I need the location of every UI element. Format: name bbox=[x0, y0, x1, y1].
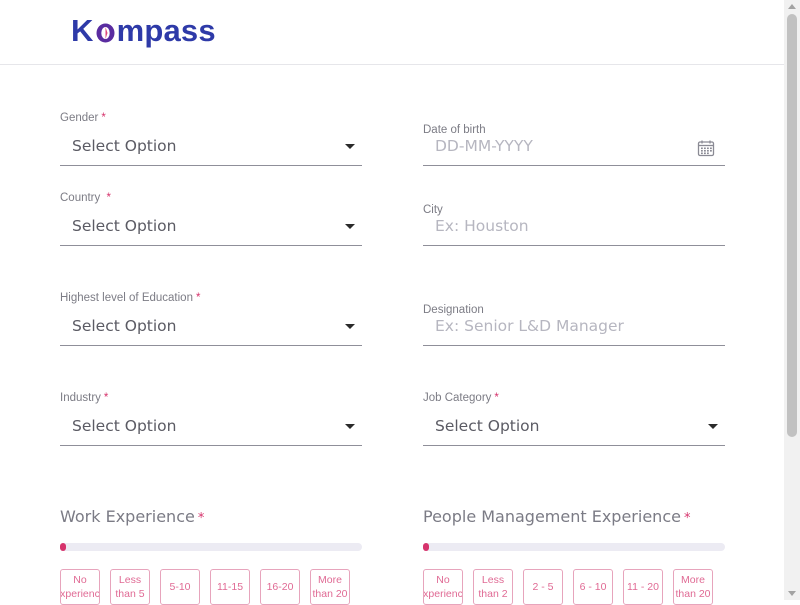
industry-select-value: Select Option bbox=[72, 417, 177, 435]
people-management-progress-fill bbox=[423, 543, 429, 551]
chevron-down-icon bbox=[345, 324, 355, 329]
kompass-logo[interactable]: K mpass bbox=[71, 11, 216, 51]
gender-label: Gender * bbox=[60, 112, 106, 124]
designation-placeholder: Ex: Senior L&D Manager bbox=[435, 317, 624, 335]
logo-text-rest: mpass bbox=[116, 13, 216, 48]
job-category-select[interactable]: Select Option bbox=[423, 409, 725, 446]
logo-text-k: K bbox=[71, 13, 94, 48]
chevron-down-icon bbox=[345, 424, 355, 429]
logo-compass-icon bbox=[96, 23, 115, 43]
scroll-up-arrow-icon[interactable] bbox=[788, 4, 796, 9]
gender-select-value: Select Option bbox=[72, 137, 177, 155]
country-label: Country * bbox=[60, 192, 111, 204]
city-placeholder: Ex: Houston bbox=[435, 217, 529, 235]
industry-select[interactable]: Select Option bbox=[60, 409, 362, 446]
industry-label: Industry * bbox=[60, 392, 109, 404]
top-header: K mpass bbox=[0, 0, 784, 65]
work-experience-progress-fill bbox=[60, 543, 66, 551]
work-experience-progress bbox=[60, 543, 362, 551]
dob-input[interactable]: DD-MM-YYYY bbox=[423, 129, 725, 166]
city-input[interactable]: Ex: Houston bbox=[423, 209, 725, 246]
education-label: Highest level of Education * bbox=[60, 292, 201, 304]
scrollbar-thumb[interactable] bbox=[787, 14, 797, 437]
people-management-title: People Management Experience * bbox=[423, 507, 691, 526]
scroll-down-arrow-icon[interactable] bbox=[788, 591, 796, 596]
chevron-down-icon bbox=[345, 224, 355, 229]
people-management-progress bbox=[423, 543, 725, 551]
education-select[interactable]: Select Option bbox=[60, 309, 362, 346]
chevron-down-icon bbox=[708, 424, 718, 429]
page-scrollbar[interactable] bbox=[784, 0, 800, 600]
education-select-value: Select Option bbox=[72, 317, 177, 335]
gender-select[interactable]: Select Option bbox=[60, 129, 362, 166]
work-experience-title: Work Experience * bbox=[60, 507, 205, 526]
country-select-value: Select Option bbox=[72, 217, 177, 235]
designation-input[interactable]: Ex: Senior L&D Manager bbox=[423, 309, 725, 346]
dob-placeholder: DD-MM-YYYY bbox=[435, 137, 533, 155]
chevron-down-icon bbox=[345, 144, 355, 149]
country-select[interactable]: Select Option bbox=[60, 209, 362, 246]
job-category-select-value: Select Option bbox=[435, 417, 540, 435]
calendar-icon[interactable] bbox=[697, 139, 715, 157]
job-category-label: Job Category * bbox=[423, 392, 499, 404]
